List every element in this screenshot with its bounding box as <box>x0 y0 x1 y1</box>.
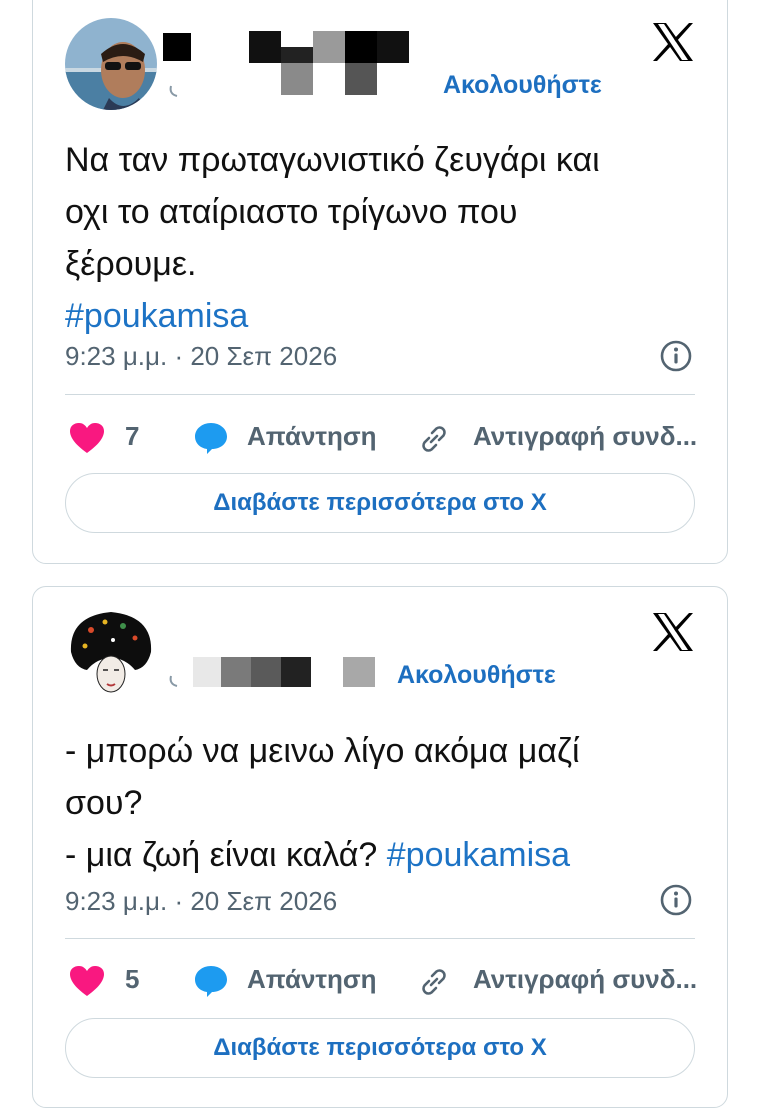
follow-button[interactable]: Ακολουθήστε <box>397 661 556 690</box>
reply-bubble-icon[interactable] <box>193 421 229 455</box>
avatar[interactable] <box>65 18 157 110</box>
x-logo-icon[interactable] <box>651 21 695 63</box>
link-icon[interactable] <box>417 422 451 456</box>
tweet-text: - μπορώ να μεινω λίγο ακόμα μαζί σου? - … <box>65 725 705 881</box>
heart-icon[interactable] <box>69 422 105 454</box>
reply-button[interactable]: Απάντηση <box>247 964 377 995</box>
verified-icon <box>169 85 178 97</box>
like-count[interactable]: 7 <box>125 421 139 452</box>
reply-bubble-icon[interactable] <box>193 964 229 998</box>
tweet-text-line: σου? <box>65 784 143 822</box>
follow-button[interactable]: Ακολουθήστε <box>443 71 602 100</box>
divider <box>65 938 695 939</box>
hashtag-link[interactable]: #poukamisa <box>387 836 570 874</box>
reply-button[interactable]: Απάντηση <box>247 421 377 452</box>
avatar[interactable] <box>65 608 157 700</box>
copy-link-button[interactable]: Αντιγραφή συνδ... <box>473 964 697 995</box>
tweet-text-line: - μια ζωή είναι καλά? #poukamisa <box>65 829 705 881</box>
action-row: 7 Απάντηση Αντιγραφή συνδ... <box>65 419 697 459</box>
tweet-card-2: Ακολουθήστε - μπορώ να μεινω λίγο ακόμα … <box>32 586 728 1108</box>
copy-link-button[interactable]: Αντιγραφή συνδ... <box>473 421 697 452</box>
info-icon[interactable] <box>659 339 693 373</box>
tweet-text-segment: - μια ζωή είναι καλά? <box>65 836 378 874</box>
tweet-card-1: Ακολουθήστε Να ταν πρωταγωνιστικό ζευγάρ… <box>32 0 728 564</box>
tweet-text-line: ξέρουμε. <box>65 245 197 283</box>
like-count[interactable]: 5 <box>125 964 139 995</box>
hashtag-link[interactable]: #poukamisa <box>65 290 705 342</box>
timestamp[interactable]: 9:23 μ.μ. · 20 Σεπ 2026 <box>65 886 337 917</box>
info-icon[interactable] <box>659 883 693 917</box>
action-row: 5 Απάντηση Αντιγραφή συνδ... <box>65 962 697 1002</box>
divider <box>65 394 695 395</box>
link-icon[interactable] <box>417 965 451 999</box>
heart-icon[interactable] <box>69 965 105 997</box>
tweet-text-line: - μπορώ να μεινω λίγο ακόμα μαζί <box>65 732 580 770</box>
read-more-label: Διαβάστε περισσότερα στο X <box>213 1034 547 1061</box>
read-more-button[interactable]: Διαβάστε περισσότερα στο X <box>65 473 695 533</box>
verified-icon <box>169 675 178 687</box>
tweet-text-line: Να ταν πρωταγωνιστικό ζευγάρι και <box>65 141 600 179</box>
read-more-label: Διαβάστε περισσότερα στο X <box>213 489 547 516</box>
tweet-text-line: οχι το αταίριαστο τρίγωνο που <box>65 193 518 231</box>
read-more-button[interactable]: Διαβάστε περισσότερα στο X <box>65 1018 695 1078</box>
x-logo-icon[interactable] <box>651 611 695 653</box>
tweet-text: Να ταν πρωταγωνιστικό ζευγάρι και οχι το… <box>65 134 705 342</box>
timestamp[interactable]: 9:23 μ.μ. · 20 Σεπ 2026 <box>65 341 337 372</box>
